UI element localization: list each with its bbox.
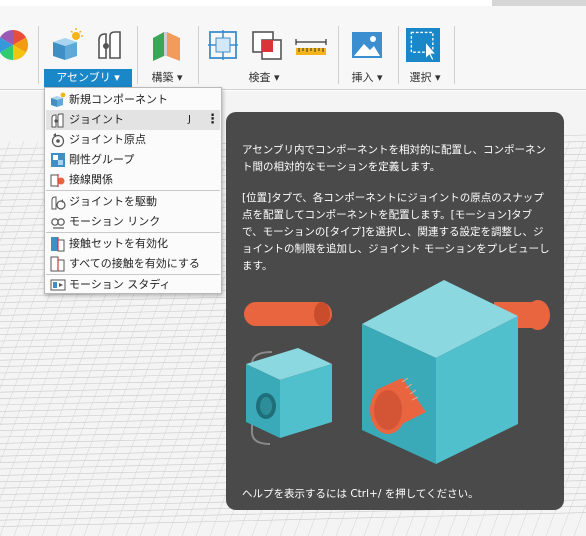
menu-item-label: モーション スタディ: [69, 278, 171, 291]
joint-illustration: [244, 280, 550, 464]
toolbar-separator: [454, 26, 455, 84]
toolbar-separator: [38, 26, 39, 84]
appearance-color-wheel-icon[interactable]: [0, 28, 30, 62]
insert-menu-button[interactable]: 挿入 ▾: [346, 69, 388, 87]
joint-origin-icon: [51, 133, 65, 148]
menu-item-label: 接触セットを有効化: [69, 237, 168, 250]
menu-item-label: 接線関係: [69, 173, 113, 186]
rigid-group-icon: [51, 153, 65, 167]
measure-section-icon[interactable]: [206, 28, 240, 62]
construct-menu-button[interactable]: 構築 ▾: [146, 69, 188, 87]
menu-separator: [46, 190, 220, 191]
assembly-dropdown-menu: 新規コンポーネント ジョイント J ⋮ ジョイント原点 剛性グループ 接線関係 …: [44, 87, 222, 294]
menu-item-motion-link[interactable]: モーション リンク: [46, 212, 220, 232]
inspect-menu-button[interactable]: 検査 ▾: [242, 69, 286, 87]
menu-item-enable-all-contact[interactable]: すべての接触を有効にする: [46, 254, 220, 274]
new-component-icon: [51, 92, 66, 107]
ribbon-toolbar: アセンブリ ▾ 構築 ▾ 検査 ▾ 挿入 ▾ 選択 ▾: [0, 6, 586, 90]
tooltip-help-hint: ヘルプを表示するには Ctrl+/ を押してください。: [242, 488, 479, 500]
drive-joints-icon: [51, 196, 66, 210]
motion-link-icon: [51, 218, 65, 229]
menu-item-tangent-relationship[interactable]: 接線関係: [46, 170, 220, 190]
enable-all-contact-icon: [50, 256, 65, 272]
menu-item-new-component[interactable]: 新規コンポーネント: [46, 90, 220, 110]
tangent-relationship-icon: [50, 174, 65, 187]
menu-item-label: 剛性グループ: [69, 153, 135, 166]
menu-item-rigid-group[interactable]: 剛性グループ: [46, 150, 220, 170]
menu-item-label: すべての接触を有効にする: [69, 257, 200, 270]
more-options-icon[interactable]: ⋮: [206, 110, 219, 130]
joint-tooltip-panel: アセンブリ内でコンポーネントを相対的に配置し、コンポーネント間の相対的なモーショ…: [226, 112, 564, 510]
select-cursor-icon[interactable]: [406, 28, 440, 62]
motion-study-icon: [50, 279, 66, 291]
menu-item-label: 新規コンポーネント: [69, 93, 168, 106]
select-menu-button[interactable]: 選択 ▾: [404, 69, 446, 87]
small-cube-illustration: [246, 348, 332, 438]
toolbar-separator: [398, 26, 399, 84]
menu-item-joint[interactable]: ジョイント J ⋮: [46, 110, 220, 130]
joint-toolbar-icon[interactable]: [94, 28, 128, 62]
construct-plane-icon[interactable]: [150, 28, 184, 62]
enable-contact-sets-icon: [51, 237, 65, 252]
pin-cylinder-illustration: [244, 302, 332, 326]
menu-item-label: ジョイント: [69, 113, 124, 126]
assembly-menu-button[interactable]: アセンブリ ▾: [44, 69, 132, 87]
insert-image-icon[interactable]: [350, 28, 384, 62]
menu-item-label: ジョイント原点: [69, 133, 146, 146]
toolbar-separator: [338, 26, 339, 84]
ruler-measure-icon[interactable]: [294, 28, 328, 62]
menu-item-label: モーション リンク: [69, 215, 161, 228]
menu-item-drive-joints[interactable]: ジョイントを駆動: [46, 192, 220, 212]
menu-item-motion-study[interactable]: モーション スタディ: [46, 275, 220, 295]
menu-item-enable-contact-sets[interactable]: 接触セットを有効化: [46, 234, 220, 254]
shortcut-key: J: [188, 114, 191, 125]
toolbar-separator: [137, 26, 138, 84]
new-component-icon[interactable]: [50, 28, 84, 62]
menu-separator: [46, 232, 220, 233]
joint-icon: [51, 113, 64, 128]
large-cube-illustration: [362, 280, 518, 464]
interference-icon[interactable]: [250, 28, 284, 62]
toolbar-separator: [198, 26, 199, 84]
menu-item-joint-origin[interactable]: ジョイント原点: [46, 130, 220, 150]
menu-item-label: ジョイントを駆動: [69, 195, 157, 208]
